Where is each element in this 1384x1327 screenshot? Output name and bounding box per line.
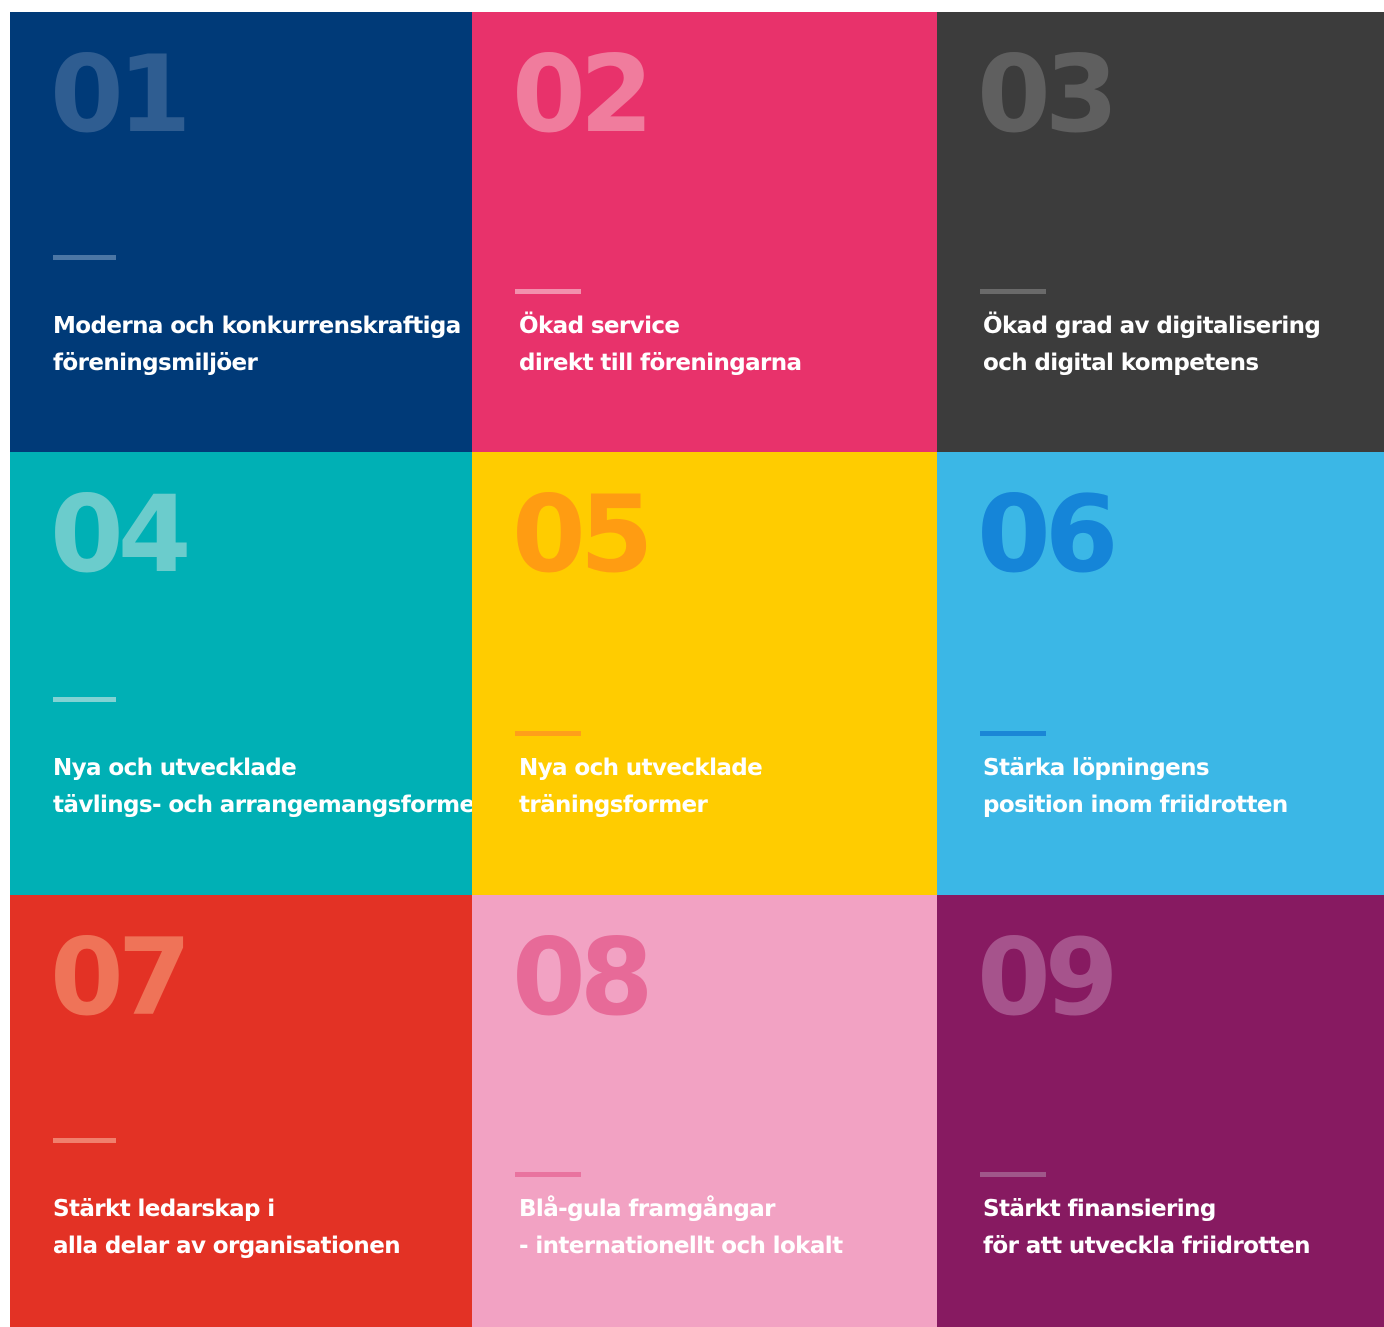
goal-label-line1: Nya och utvecklade xyxy=(519,755,763,781)
goal-label-line2: för att utveckla friidrotten xyxy=(983,1233,1310,1259)
goal-number: 08 xyxy=(512,916,653,1039)
goal-label-line2: föreningsmiljöer xyxy=(53,350,258,376)
goal-tile-08: 08 Blå-gula framgångar - internationellt… xyxy=(472,895,937,1327)
goal-label: Nya och utvecklade träningsformer xyxy=(519,750,763,824)
goal-tile-07: 07 Stärkt ledarskap i alla delar av orga… xyxy=(10,895,472,1327)
goal-number: 02 xyxy=(512,33,653,156)
goal-number: 09 xyxy=(977,916,1118,1039)
goals-grid: 01 Moderna och konkurrenskraftiga föreni… xyxy=(10,12,1384,1327)
goal-dash xyxy=(53,255,116,260)
goal-label: Ökad grad av digitalisering och digital … xyxy=(983,308,1321,382)
goal-label-line1: Moderna och konkurrenskraftiga xyxy=(53,313,461,339)
goal-dash xyxy=(980,289,1046,294)
goal-dash xyxy=(53,697,116,702)
goal-label-line1: Ökad service xyxy=(519,313,680,339)
goal-label-line1: Stärkt ledarskap i xyxy=(53,1196,275,1222)
goal-tile-02: 02 Ökad service direkt till föreningarna xyxy=(472,12,937,452)
goal-number: 01 xyxy=(50,33,191,156)
goal-label: Blå-gula framgångar - internationellt oc… xyxy=(519,1191,843,1265)
goal-dash xyxy=(515,1172,581,1177)
goal-label-line2: direkt till föreningarna xyxy=(519,350,802,376)
goal-label-line2: tävlings- och arrangemangsformer xyxy=(53,792,472,818)
goal-dash xyxy=(515,731,581,736)
goal-label-line2: träningsformer xyxy=(519,792,708,818)
goal-label: Stärka löpningens position inom friidrot… xyxy=(983,750,1288,824)
goal-number: 05 xyxy=(512,473,653,596)
goal-label: Stärkt ledarskap i alla delar av organis… xyxy=(53,1191,401,1265)
goal-tile-04: 04 Nya och utvecklade tävlings- och arra… xyxy=(10,452,472,895)
goal-tile-03: 03 Ökad grad av digitalisering och digit… xyxy=(937,12,1384,452)
goal-label: Stärkt finansiering för att utveckla fri… xyxy=(983,1191,1310,1265)
goal-number: 06 xyxy=(977,473,1118,596)
goal-tile-09: 09 Stärkt finansiering för att utveckla … xyxy=(937,895,1384,1327)
goal-label-line1: Stärkt finansiering xyxy=(983,1196,1216,1222)
goal-tile-05: 05 Nya och utvecklade träningsformer xyxy=(472,452,937,895)
goal-dash xyxy=(980,1172,1046,1177)
goal-number: 03 xyxy=(977,33,1118,156)
goal-tile-01: 01 Moderna och konkurrenskraftiga föreni… xyxy=(10,12,472,452)
goal-label-line2: och digital kompetens xyxy=(983,350,1259,376)
goal-label-line1: Blå-gula framgångar xyxy=(519,1196,775,1222)
goal-label-line1: Nya och utvecklade xyxy=(53,755,297,781)
goal-label-line2: position inom friidrotten xyxy=(983,792,1288,818)
goal-number: 04 xyxy=(50,473,191,596)
goal-dash xyxy=(980,731,1046,736)
goal-label: Nya och utvecklade tävlings- och arrange… xyxy=(53,750,472,824)
goal-label: Ökad service direkt till föreningarna xyxy=(519,308,802,382)
goal-label: Moderna och konkurrenskraftiga förenings… xyxy=(53,308,461,382)
goal-label-line1: Stärka löpningens xyxy=(983,755,1210,781)
goal-tile-06: 06 Stärka löpningens position inom friid… xyxy=(937,452,1384,895)
goal-label-line2: alla delar av organisationen xyxy=(53,1233,401,1259)
goal-dash xyxy=(53,1138,116,1143)
goal-number: 07 xyxy=(50,916,191,1039)
goal-dash xyxy=(515,289,581,294)
goal-label-line1: Ökad grad av digitalisering xyxy=(983,313,1321,339)
goal-label-line2: - internationellt och lokalt xyxy=(519,1233,843,1259)
